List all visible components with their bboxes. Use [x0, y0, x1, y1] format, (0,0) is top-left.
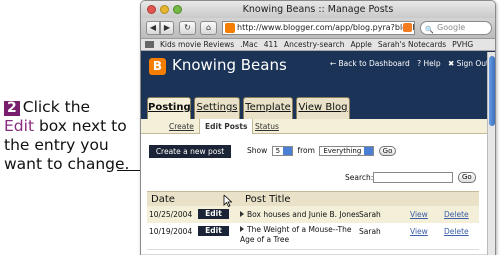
edit-posts-content: Create a new post Show 5 from Everything…: [141, 134, 495, 254]
callout-line2: box next to: [34, 117, 127, 135]
tab-view-blog[interactable]: View Blog: [296, 97, 350, 119]
bookmark-item[interactable]: 411: [264, 40, 278, 49]
subnav-status[interactable]: Status: [255, 119, 279, 134]
search-go-button[interactable]: Go: [458, 172, 476, 183]
blogger-logo-icon[interactable]: B: [149, 58, 166, 75]
home-button[interactable]: ⌂: [200, 21, 217, 35]
post-title[interactable]: The Weight of a Mouse--The Age of a Tree: [240, 225, 355, 245]
tab-settings-label: Settings: [196, 102, 238, 113]
edit-post-button[interactable]: Edit: [198, 209, 229, 219]
home-icon: ⌂: [205, 23, 212, 32]
window-title: Knowing Beans :: Manage Posts: [242, 4, 394, 15]
callout-line4: want to change.: [4, 155, 130, 173]
blog-name: Knowing Beans: [172, 56, 287, 74]
view-post-link[interactable]: View: [410, 227, 428, 236]
subnav-create[interactable]: Create: [169, 119, 194, 134]
post-title-text: Box houses and Junie B. Jones: [247, 210, 360, 219]
scrollbar-thumb[interactable]: [489, 56, 495, 126]
forward-arrow-icon: ▶: [163, 23, 171, 32]
table-row: 10/25/2004 Edit Box houses and Junie B. …: [147, 206, 479, 223]
tab-view-blog-label: View Blog: [298, 102, 348, 113]
site-favicon-icon: [225, 23, 235, 33]
callout-edit-word: Edit: [4, 117, 35, 135]
expand-triangle-icon[interactable]: [240, 211, 244, 217]
page-scrollbar[interactable]: [487, 52, 495, 255]
bookmark-item[interactable]: PVHG: [452, 40, 473, 49]
help-link[interactable]: ? Help: [417, 59, 440, 68]
bookmark-item[interactable]: .Mac: [240, 40, 258, 49]
blogger-page: B Knowing Beans ← Back to Dashboard ? He…: [141, 51, 495, 254]
reload-icon: ↻: [184, 23, 191, 32]
address-bar[interactable]: http://www.blogger.com/app/blog.pyra?blo…: [222, 21, 415, 35]
header-links: ← Back to Dashboard ? Help ✖ Sign Out: [325, 59, 489, 68]
bookmark-item[interactable]: Apple: [351, 40, 372, 49]
date-column-header: Date: [151, 194, 175, 205]
tab-settings[interactable]: Settings: [194, 97, 240, 119]
search-icon: 🔍: [425, 26, 434, 34]
from-select[interactable]: Everything: [319, 146, 375, 156]
from-label: from: [297, 146, 315, 155]
callout-line1: Click the: [22, 98, 91, 116]
post-search-input[interactable]: [373, 172, 453, 183]
back-arrow-icon: ◀: [149, 23, 157, 32]
delete-post-link[interactable]: Delete: [444, 210, 469, 219]
tab-template[interactable]: Template: [243, 97, 293, 119]
post-author: Sarah: [359, 227, 381, 236]
post-title-column-header: Post Title: [245, 194, 291, 205]
back-button[interactable]: ◀: [146, 21, 160, 35]
tab-posting[interactable]: Posting: [147, 97, 191, 120]
browser-search-placeholder: Google: [437, 23, 466, 32]
show-count-select[interactable]: 5: [271, 146, 294, 156]
browser-window: Knowing Beans :: Manage Posts ◀ ▶ ↻ ⌂ ht…: [140, 0, 496, 255]
post-author: Sarah: [359, 210, 381, 219]
post-title[interactable]: Box houses and Junie B. Jones: [240, 210, 360, 219]
tab-template-label: Template: [245, 102, 291, 113]
forward-button[interactable]: ▶: [160, 21, 174, 35]
create-new-post-button[interactable]: Create a new post: [149, 145, 231, 158]
edit-post-button[interactable]: Edit: [198, 226, 229, 236]
rss-icon[interactable]: [403, 23, 412, 32]
subnav-edit-posts[interactable]: Edit Posts: [199, 119, 254, 134]
expand-triangle-icon[interactable]: [240, 226, 244, 232]
browser-toolbar: ◀ ▶ ↻ ⌂ http://www.blogger.com/app/blog.…: [141, 18, 495, 39]
bookmark-item[interactable]: Kids movie Reviews: [160, 40, 234, 49]
post-date: 10/25/2004: [149, 210, 193, 219]
post-date: 10/19/2004: [149, 227, 193, 236]
bookmarks-book-icon[interactable]: [145, 41, 154, 48]
window-titlebar: Knowing Beans :: Manage Posts: [141, 1, 495, 18]
screenshot-stage: 2 Click the Edit box next to the entry yo…: [0, 0, 500, 255]
delete-post-link[interactable]: Delete: [444, 227, 469, 236]
bookmarks-bar: Kids movie Reviews .Mac 411 Ancestry-search…: [141, 39, 495, 51]
bookmark-item[interactable]: Sarah's Notecards: [378, 40, 446, 49]
zoom-window-icon[interactable]: [173, 5, 182, 14]
show-filter: Show 5 from Everything Go: [247, 146, 397, 156]
address-bar-url: http://www.blogger.com/app/blog.pyra?blo…: [237, 23, 415, 32]
step-number-badge: 2: [4, 101, 20, 116]
callout-line3: the entry you: [4, 136, 109, 154]
hand-cursor-icon: [223, 195, 232, 207]
reload-button[interactable]: ↻: [179, 21, 196, 35]
view-post-link[interactable]: View: [410, 210, 428, 219]
post-title-text: The Weight of a Mouse--The Age of a Tree: [240, 225, 352, 244]
minimize-window-icon[interactable]: [160, 5, 169, 14]
instruction-callout: 2 Click the Edit box next to the entry yo…: [4, 98, 140, 174]
search-label: Search:: [345, 173, 374, 182]
filter-go-button[interactable]: Go: [378, 146, 397, 156]
tab-posting-label: Posting: [148, 102, 191, 113]
sign-out-link[interactable]: ✖ Sign Out: [448, 59, 489, 68]
browser-search-field[interactable]: 🔍 Google: [420, 21, 492, 35]
bookmark-item[interactable]: Ancestry-search: [284, 40, 344, 49]
table-row: 10/19/2004 Edit The Weight of a Mouse--T…: [147, 223, 479, 250]
posting-subnav: Create Edit Posts Status: [141, 119, 495, 134]
blogger-header: B Knowing Beans ← Back to Dashboard ? He…: [141, 51, 495, 120]
back-to-dashboard-link[interactable]: ← Back to Dashboard: [330, 59, 410, 68]
posts-table-header: Date Post Title: [147, 191, 479, 206]
show-label: Show: [247, 146, 268, 155]
close-window-icon[interactable]: [147, 5, 156, 14]
